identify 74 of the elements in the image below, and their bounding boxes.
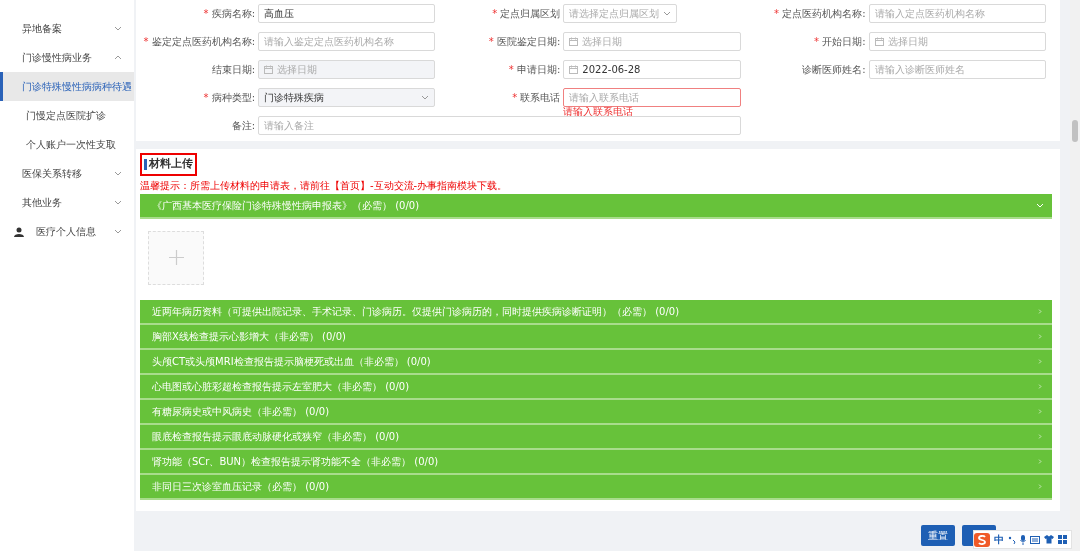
field-label: * 联系电话 [511,91,562,105]
upload-section-header[interactable]: 非同日三次诊室血压记录（必需） (0/0) [140,474,1052,500]
sidebar-item[interactable]: 医疗个人信息 [0,217,134,246]
microphone-icon [1020,534,1026,545]
notice-text: 温馨提示：所需上传材料的申请表，请前往【首页】-互动交流-办事指南模块下载。 [140,178,509,193]
calendar-icon [569,65,579,74]
chevron-down-icon [421,95,430,100]
field-label: 诊断医师姓名: [801,63,867,77]
field-label: * 疾病名称: [202,7,256,21]
calendar-icon [874,37,884,46]
chevron-right-icon [1036,483,1044,489]
punctuation-icon [1008,535,1016,544]
grid-icon [1058,535,1067,544]
sidebar-item[interactable]: 异地备案 [0,14,134,43]
chevron-right-icon [1036,433,1044,439]
calendar-icon [264,65,273,74]
sidebar-item[interactable]: 个人账户一次性支取 [0,130,134,159]
chevron-up-icon [114,55,122,60]
sidebar-item[interactable]: 其他业务 [0,188,134,217]
reset-button[interactable]: 重置 [921,525,955,546]
field-label: * 定点归属区划 [491,7,562,21]
keyboard-icon [1030,535,1040,544]
chevron-down-icon [114,171,122,176]
input-field[interactable]: 请输入备注 [258,116,741,135]
date-field[interactable]: 选择日期 [563,32,741,51]
chevron-right-icon [1036,458,1044,464]
upload-section-header[interactable]: 胸部X线检查提示心影增大（非必需） (0/0) [140,324,1052,350]
field-label: * 开始日期: [813,35,867,49]
date-field[interactable]: 2022-06-28 [563,60,741,79]
input-field[interactable]: 请输入诊断医师姓名 [868,60,1046,79]
section-title: 材料上传 [140,153,197,176]
upload-section-header[interactable]: 有糖尿病史或中风病史（非必需） (0/0) [140,399,1052,425]
select-field[interactable]: 请选择定点归属区划 [563,4,678,23]
chevron-right-icon [1036,408,1044,414]
chevron-right-icon [1036,333,1044,339]
chevron-down-icon [114,200,122,205]
sidebar-item[interactable]: 医保关系转移 [0,159,134,188]
input-field[interactable]: 请输入鉴定定点医药机构名称 [258,32,436,51]
chevron-down-icon [114,26,122,31]
chevron-right-icon [1036,383,1044,389]
sidebar-item[interactable]: 门诊慢性病业务 [0,43,134,72]
upload-section-header[interactable]: 头颅CT或头颅MRI检查报告提示脑梗死或出血（非必需） (0/0) [140,349,1052,375]
chevron-down-icon [663,11,672,16]
upload-section-header[interactable]: 心电图或心脏彩超检查报告提示左室肥大（非必需） (0/0) [140,374,1052,400]
sidebar-subitem[interactable]: 门诊特殊慢性病病种待遇 [0,72,134,101]
upload-box[interactable] [148,230,204,285]
chevron-right-icon [1036,358,1044,364]
calendar-icon [569,37,579,46]
scrollbar[interactable] [1070,0,1080,551]
upload-section-header[interactable]: 近两年病历资料（可提供出院记录、手术记录、门诊病历。仅提供门诊病历的，同时提供疾病诊断证明）（必需） (0/0) [140,299,1052,325]
chevron-down-icon [1036,202,1044,208]
field-label: 备注: [230,119,256,133]
field-label: * 定点医药机构名称: [773,7,867,21]
field-label: * 申请日期: [507,63,562,77]
date-field[interactable]: 选择日期 [868,32,1046,51]
upload-section-header[interactable]: 眼底检查报告提示眼底动脉硬化或狭窄（非必需） (0/0) [140,424,1052,450]
scrollbar-thumb[interactable] [1072,120,1078,142]
field-label: 结束日期: [210,63,256,77]
input-field[interactable]: 请输入联系电话 [563,88,741,107]
user-icon [14,226,24,237]
field-label: * 鉴定定点医药机构名称: [142,35,256,49]
error-message: 请输入联系电话 [563,107,634,117]
upload-section-header[interactable]: 肾功能（SCr、BUN）检查报告提示肾功能不全（非必需） (0/0) [140,449,1052,475]
chevron-right-icon [1036,308,1044,314]
plus-icon [168,250,184,265]
sidebar-subitem[interactable]: 门慢定点医院扩诊 [0,101,134,130]
input-field[interactable]: 请输入定点医药机构名称 [868,4,1046,23]
field-label: * 病种类型: [202,91,256,105]
shirt-icon [1044,535,1054,544]
field-label: * 医院鉴定日期: [487,35,562,49]
ime-mode-text[interactable]: 中 [994,532,1004,547]
input-field[interactable]: 高血压 [258,4,436,23]
chevron-down-icon [114,229,122,234]
upload-section-header[interactable]: 《广西基本医疗保险门诊特殊慢性病申报表》（必需） (0/0) [140,193,1052,219]
